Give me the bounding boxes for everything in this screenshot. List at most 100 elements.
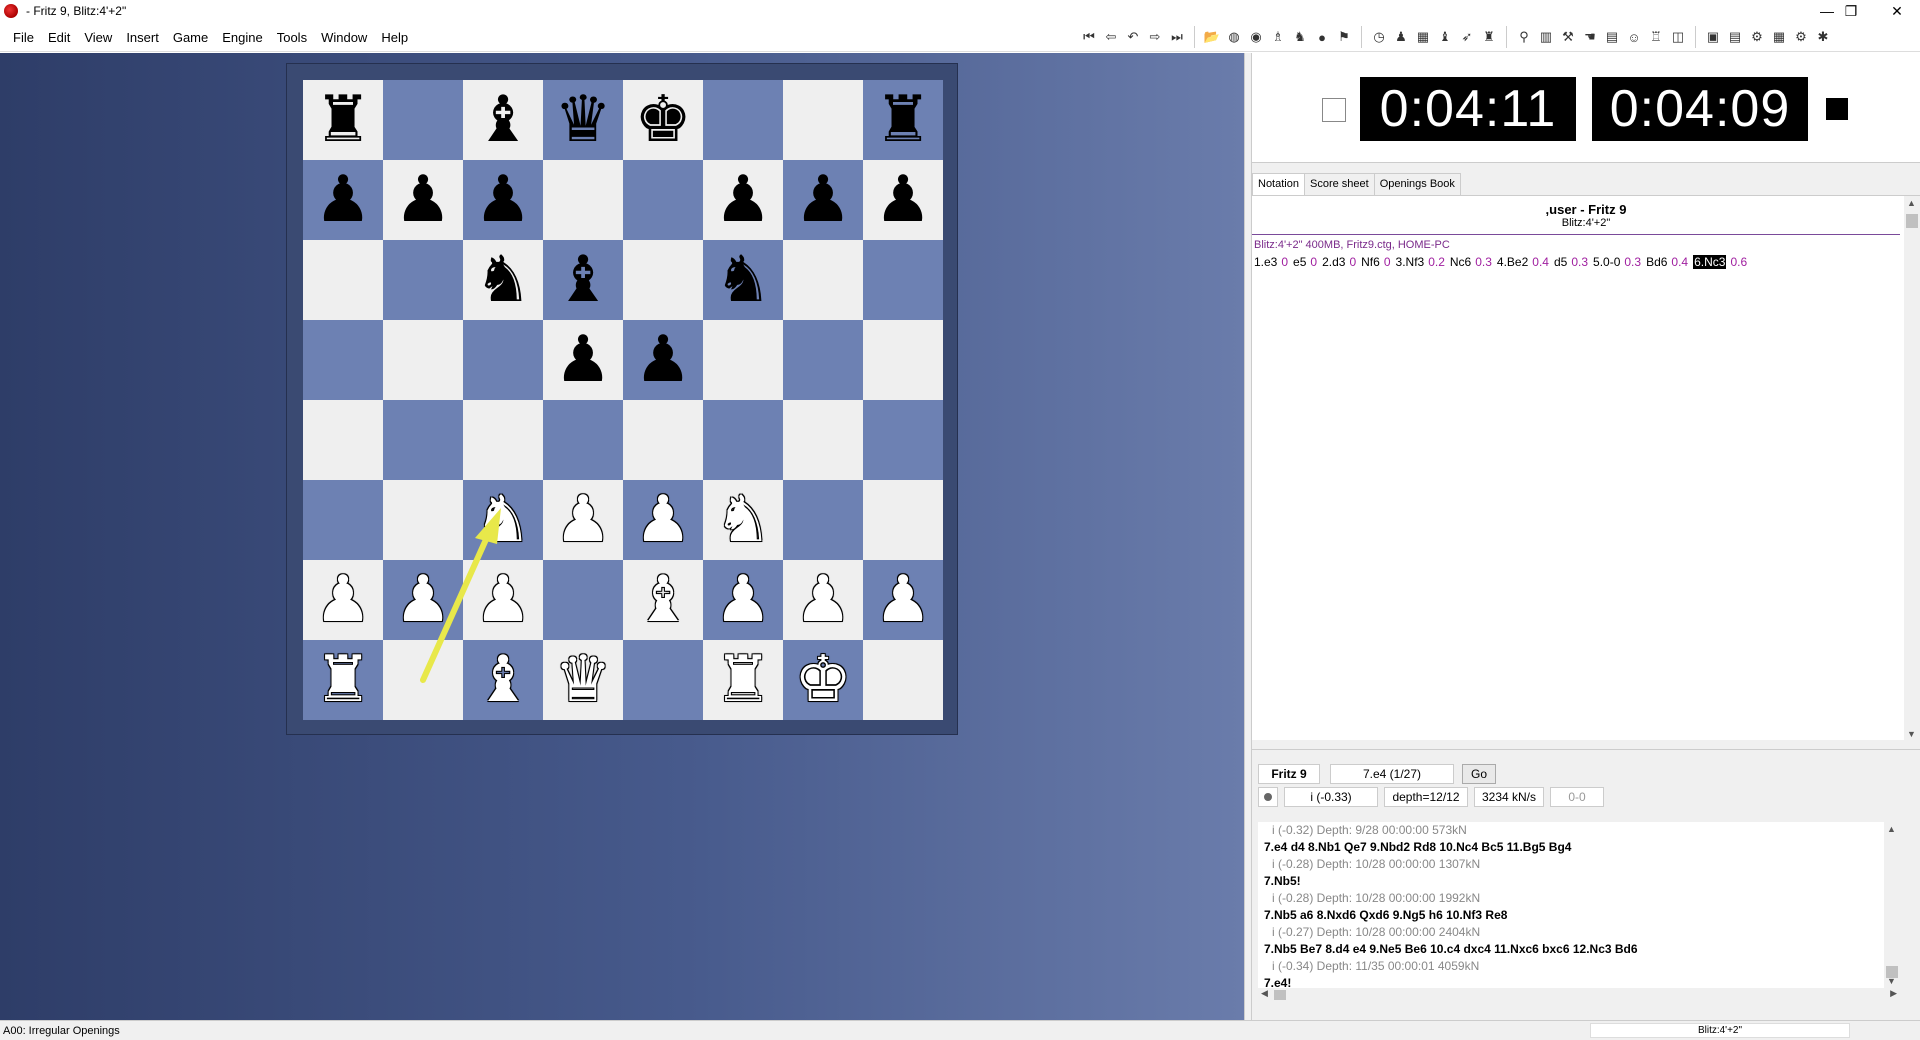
move-e5[interactable]: e5 xyxy=(1293,255,1306,269)
book-icon[interactable]: ▥ xyxy=(1535,26,1557,48)
square-d2[interactable] xyxy=(543,560,623,640)
square-c3[interactable]: ♞ xyxy=(463,480,543,560)
square-d7[interactable] xyxy=(543,160,623,240)
forward-icon[interactable]: ⇨ xyxy=(1144,26,1166,48)
panel-splitter[interactable] xyxy=(1244,53,1252,1020)
square-d6[interactable]: ♝ xyxy=(543,240,623,320)
web-icon[interactable]: ◫ xyxy=(1667,26,1689,48)
black-pawn-icon[interactable]: ♟ xyxy=(474,160,531,240)
black-bishop-icon[interactable]: ♝ xyxy=(554,240,611,320)
menu-engine[interactable]: Engine xyxy=(221,30,263,45)
white-pawn-icon[interactable]: ♟ xyxy=(714,560,771,640)
square-g5[interactable] xyxy=(783,320,863,400)
square-a1[interactable]: ♜ xyxy=(303,640,383,720)
move-Nf6[interactable]: Nf6 xyxy=(1361,255,1380,269)
square-f7[interactable]: ♟ xyxy=(703,160,783,240)
square-e2[interactable]: ♝ xyxy=(623,560,703,640)
analysis-icon[interactable]: ⚒ xyxy=(1557,26,1579,48)
board-icon[interactable]: ▦ xyxy=(1412,26,1434,48)
square-g4[interactable] xyxy=(783,400,863,480)
analysis-scrollbar[interactable]: ▲ ▼ xyxy=(1884,822,1900,988)
analysis-variation-line[interactable]: 7.Nb5 Be7 8.d4 e4 9.Ne5 Be6 10.c4 dxc4 1… xyxy=(1258,941,1900,958)
black-rook-icon[interactable]: ♜ xyxy=(314,80,371,160)
menu-game[interactable]: Game xyxy=(172,30,209,45)
move-2.d3[interactable]: 2.d3 xyxy=(1322,255,1345,269)
back-icon[interactable]: ⇦ xyxy=(1100,26,1122,48)
globe-icon[interactable]: ● xyxy=(1311,26,1333,48)
move-3.Nf3[interactable]: 3.Nf3 xyxy=(1396,255,1425,269)
square-f6[interactable]: ♞ xyxy=(703,240,783,320)
black-pawn-icon[interactable]: ♟ xyxy=(554,320,611,400)
square-h4[interactable] xyxy=(863,400,943,480)
square-c2[interactable]: ♟ xyxy=(463,560,543,640)
white-knight-icon[interactable]: ♞ xyxy=(714,480,771,560)
square-d1[interactable]: ♛ xyxy=(543,640,623,720)
square-h1[interactable] xyxy=(863,640,943,720)
hint-icon[interactable]: ♗ xyxy=(1267,26,1289,48)
white-rook-icon[interactable]: ♜ xyxy=(714,640,771,720)
move-Bd6[interactable]: Bd6 xyxy=(1646,255,1667,269)
square-e4[interactable] xyxy=(623,400,703,480)
open-folder-icon[interactable]: 📂 xyxy=(1201,26,1223,48)
square-h2[interactable]: ♟ xyxy=(863,560,943,640)
hand-icon[interactable]: ☚ xyxy=(1579,26,1601,48)
settings-icon[interactable]: ⚙ xyxy=(1746,26,1768,48)
white-pawn-icon[interactable]: ♟ xyxy=(394,560,451,640)
square-b6[interactable] xyxy=(383,240,463,320)
white-pawn-icon[interactable]: ♟ xyxy=(554,480,611,560)
take-back-icon[interactable]: ↶ xyxy=(1122,26,1144,48)
scroll-down-icon[interactable]: ▼ xyxy=(1907,729,1916,739)
move-4.Be2[interactable]: 4.Be2 xyxy=(1497,255,1528,269)
people-icon[interactable]: ☺ xyxy=(1623,26,1645,48)
square-b7[interactable]: ♟ xyxy=(383,160,463,240)
square-e3[interactable]: ♟ xyxy=(623,480,703,560)
print-icon[interactable]: ▤ xyxy=(1724,26,1746,48)
menu-tools[interactable]: Tools xyxy=(276,30,308,45)
first-move-icon[interactable]: ⏮ xyxy=(1078,26,1100,48)
database-icon[interactable]: ◍ xyxy=(1223,26,1245,48)
square-a6[interactable] xyxy=(303,240,383,320)
square-c4[interactable] xyxy=(463,400,543,480)
square-c7[interactable]: ♟ xyxy=(463,160,543,240)
scroll-right-icon[interactable]: ▶ xyxy=(1890,988,1897,999)
square-f4[interactable] xyxy=(703,400,783,480)
grid-icon[interactable]: ▤ xyxy=(1601,26,1623,48)
clock-icon[interactable]: ◷ xyxy=(1368,26,1390,48)
move-Nc6[interactable]: Nc6 xyxy=(1450,255,1471,269)
square-h3[interactable] xyxy=(863,480,943,560)
black-pawn-icon[interactable]: ♟ xyxy=(394,160,451,240)
square-a4[interactable] xyxy=(303,400,383,480)
black-pawn-icon[interactable]: ♟ xyxy=(794,160,851,240)
white-pawn-icon[interactable]: ♟ xyxy=(314,560,371,640)
analysis-variation-line[interactable]: 7.e4 d4 8.Nb1 Qe7 9.Nbd2 Rd8 10.Nc4 Bc5 … xyxy=(1258,839,1900,856)
black-pawn-icon[interactable]: ♟ xyxy=(874,160,931,240)
square-h6[interactable] xyxy=(863,240,943,320)
arrow-tool-icon[interactable]: ➶ xyxy=(1456,26,1478,48)
square-b8[interactable] xyxy=(383,80,463,160)
close-button[interactable]: ✕ xyxy=(1874,0,1920,22)
square-a7[interactable]: ♟ xyxy=(303,160,383,240)
restore-button[interactable]: ❐ xyxy=(1828,0,1874,22)
black-knight-icon[interactable]: ♞ xyxy=(714,240,771,320)
menu-window[interactable]: Window xyxy=(320,30,368,45)
white-pawn-icon[interactable]: ♟ xyxy=(634,480,691,560)
go-button[interactable]: Go xyxy=(1462,764,1496,784)
square-e8[interactable]: ♚ xyxy=(623,80,703,160)
square-c6[interactable]: ♞ xyxy=(463,240,543,320)
square-g2[interactable]: ♟ xyxy=(783,560,863,640)
training-icon[interactable]: ♖ xyxy=(1645,26,1667,48)
square-f2[interactable]: ♟ xyxy=(703,560,783,640)
white-bishop-icon[interactable]: ♝ xyxy=(634,560,691,640)
move-d5[interactable]: d5 xyxy=(1554,255,1567,269)
square-b1[interactable] xyxy=(383,640,463,720)
square-e1[interactable] xyxy=(623,640,703,720)
square-d3[interactable]: ♟ xyxy=(543,480,623,560)
square-f5[interactable] xyxy=(703,320,783,400)
square-a3[interactable] xyxy=(303,480,383,560)
menu-view[interactable]: View xyxy=(83,30,113,45)
square-e5[interactable]: ♟ xyxy=(623,320,703,400)
analysis-scroll-up-icon[interactable]: ▲ xyxy=(1887,824,1896,834)
options-icon[interactable]: ⚙ xyxy=(1790,26,1812,48)
white-king-icon[interactable]: ♚ xyxy=(794,640,851,720)
black-bishop-icon[interactable]: ♝ xyxy=(474,80,531,160)
